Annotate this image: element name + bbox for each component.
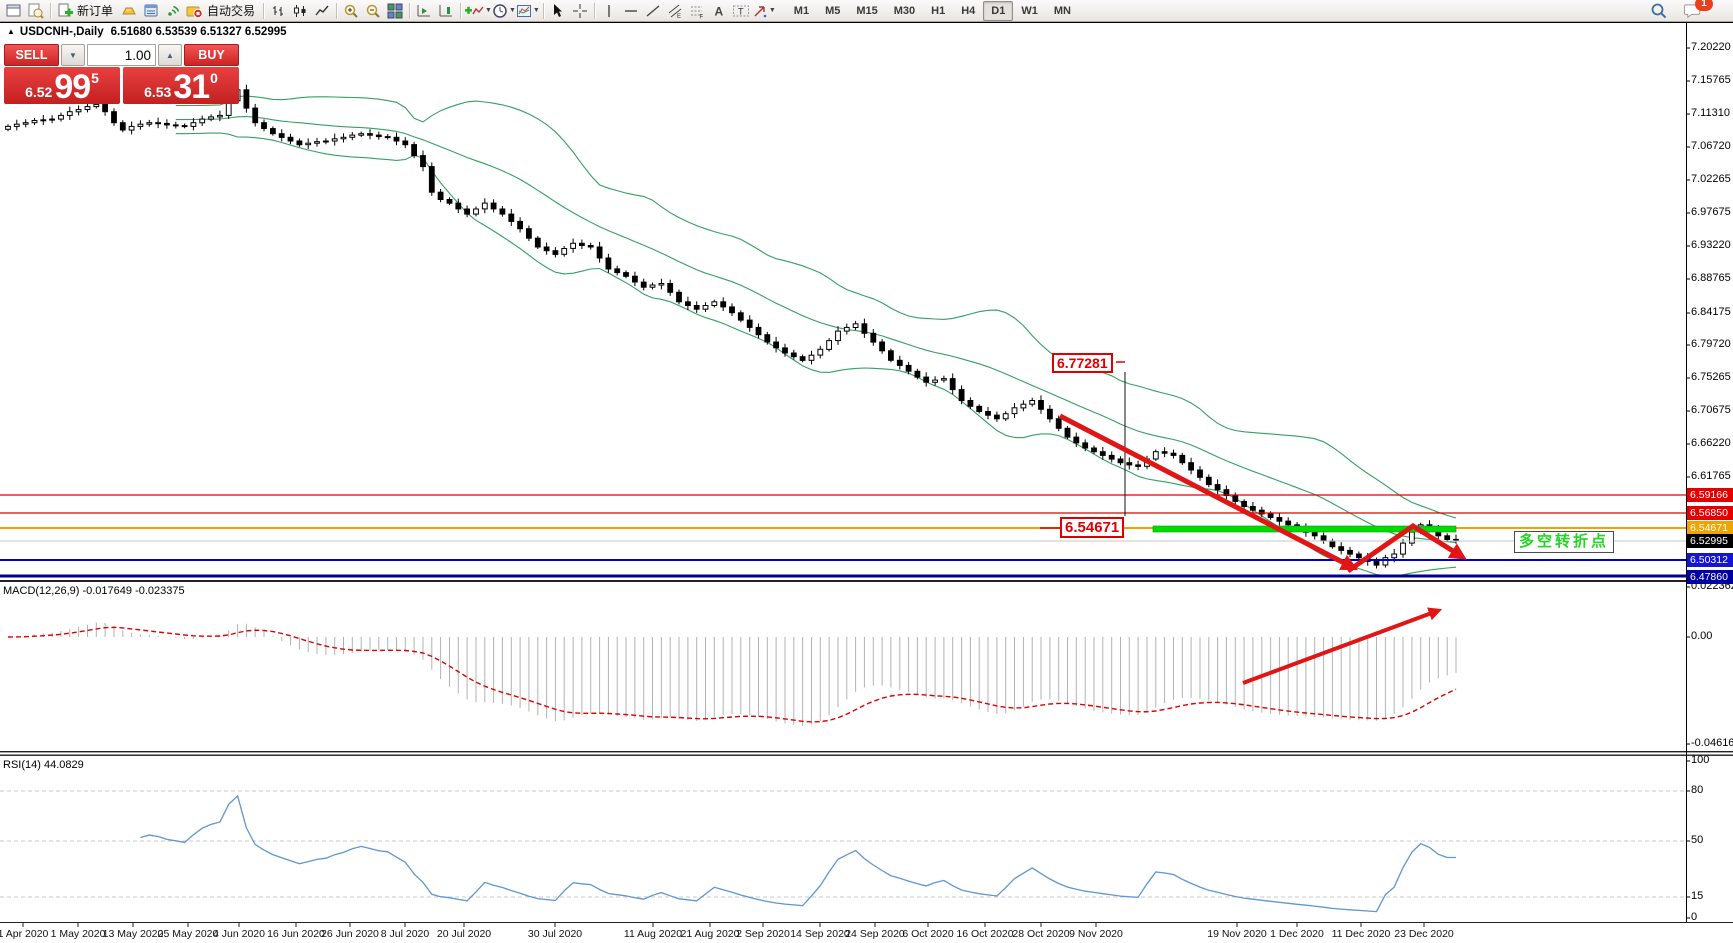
bar-chart-icon[interactable] [267, 1, 289, 21]
price-macd-separator [0, 580, 1733, 582]
periods-icon[interactable]: ▼ [492, 1, 516, 21]
candlestick-chart-icon[interactable] [289, 1, 311, 21]
symbol-period-label: USDCNH-,Daily [20, 26, 104, 38]
timeframe-button-d1[interactable]: D1 [983, 1, 1013, 21]
crosshair-icon[interactable] [569, 1, 591, 21]
vertical-line-icon[interactable] [598, 1, 620, 21]
rsi-line [140, 796, 1456, 912]
text-label-icon[interactable]: T [730, 1, 752, 21]
one-click-trading-panel: SELL ▼ ▲ BUY 6.52 99 5 6.53 31 0 [4, 44, 239, 104]
buy-price-box[interactable]: 6.53 31 0 [123, 67, 239, 104]
sell-price-pips: 99 [54, 73, 90, 102]
horizontal-line-icon[interactable] [620, 1, 642, 21]
sell-price-point: 5 [91, 70, 99, 86]
high-price-annotation[interactable]: 6.77281 [1052, 353, 1113, 373]
arrows-shapes-icon[interactable]: ▼ [752, 1, 776, 21]
search-icon[interactable] [1648, 1, 1670, 21]
bollinger-middle-band [176, 117, 1456, 543]
autotrading-label[interactable]: 自动交易 [207, 2, 255, 19]
macd-histogram [8, 623, 1456, 727]
zoom-in-icon[interactable] [340, 1, 362, 21]
volume-increase-button[interactable]: ▲ [158, 44, 182, 66]
macd-trend-arrow [1243, 611, 1437, 683]
buy-price-pips: 31 [173, 73, 209, 102]
toolbar-separator [50, 3, 51, 19]
sell-price-major: 6.52 [25, 83, 52, 102]
notifications-chat-icon[interactable]: 1 [1682, 1, 1704, 21]
equidistant-channel-icon[interactable]: E [664, 1, 686, 21]
trendline-icon[interactable] [642, 1, 664, 21]
svg-text:E: E [677, 14, 681, 19]
svg-text:F: F [699, 14, 703, 19]
ohlc-values: 6.51680 6.53539 6.51327 6.52995 [111, 26, 287, 38]
buy-price-major: 6.53 [144, 83, 171, 102]
svg-text:A: A [714, 4, 723, 18]
volume-input[interactable] [87, 44, 156, 66]
window-panel-icon[interactable] [3, 1, 25, 21]
auto-scroll-icon[interactable] [413, 1, 435, 21]
candles-layer [6, 85, 1459, 569]
indicators-icon[interactable]: ▼ [464, 1, 492, 21]
timeframe-button-w1[interactable]: W1 [1013, 1, 1046, 21]
toolbar-separator [336, 3, 337, 19]
macd-label: MACD(12,26,9) -0.017649 -0.023375 [3, 585, 185, 597]
templates-icon[interactable]: ▼ [516, 1, 540, 21]
bollinger-lower-band [176, 133, 1456, 576]
gold-alert-icon[interactable] [118, 1, 140, 21]
timeframe-button-m1[interactable]: M1 [786, 1, 817, 21]
timeframe-button-m5[interactable]: M5 [817, 1, 848, 21]
timeframe-button-h4[interactable]: H4 [953, 1, 983, 21]
tile-windows-icon[interactable] [384, 1, 406, 21]
market-depth-icon[interactable] [140, 1, 162, 21]
support-price-annotation[interactable]: 6.54671 [1060, 517, 1124, 538]
text-icon[interactable]: A [708, 1, 730, 21]
macd-rsi-separator-top [0, 751, 1733, 752]
macd-rsi-separator-bottom [0, 755, 1733, 756]
zoom-out-icon[interactable] [362, 1, 384, 21]
timeframe-button-m15[interactable]: M15 [848, 1, 885, 21]
toolbar-separator [263, 3, 264, 19]
toolbar-separator [409, 3, 410, 19]
timeframe-toolbar: M1M5M15M30H1H4D1W1MN [786, 1, 1079, 21]
volume-decrease-button[interactable]: ▼ [61, 44, 85, 66]
buy-price-point: 0 [210, 70, 218, 86]
bollinger-upper-band [176, 96, 1456, 518]
toolbar-separator [543, 3, 544, 19]
cursor-icon[interactable] [547, 1, 569, 21]
new-order-label[interactable]: 新订单 [77, 2, 113, 19]
chart-title: ▲ USDCNH-,Daily 6.51680 6.53539 6.51327 6.… [7, 26, 287, 38]
timeframe-button-m30[interactable]: M30 [886, 1, 923, 21]
chart-canvas [0, 0, 1733, 943]
toolbar-separator [594, 3, 595, 19]
sell-button[interactable]: SELL [4, 44, 59, 66]
profiles-icon[interactable] [25, 1, 47, 21]
buy-button[interactable]: BUY [184, 44, 239, 66]
fibonacci-icon[interactable]: F [686, 1, 708, 21]
svg-text:T: T [738, 6, 744, 16]
timeframe-button-h1[interactable]: H1 [923, 1, 953, 21]
timeframe-button-mn[interactable]: MN [1046, 1, 1079, 21]
chart-shift-icon[interactable] [435, 1, 457, 21]
notification-badge: 1 [1695, 0, 1713, 11]
main-toolbar: 新订单 自动交易 ▼ ▼ ▼ E F A T ▼ M1M5M15M30H1H4D… [0, 0, 1733, 22]
sell-price-box[interactable]: 6.52 99 5 [4, 67, 120, 104]
autotrading-icon[interactable] [184, 1, 206, 21]
turning-point-note[interactable]: 多空转折点 [1514, 531, 1614, 553]
collapse-icon[interactable]: ▲ [7, 27, 15, 36]
new-order-icon[interactable] [54, 1, 76, 21]
line-chart-icon[interactable] [311, 1, 333, 21]
rsi-label: RSI(14) 44.0829 [3, 759, 84, 771]
signals-icon[interactable] [162, 1, 184, 21]
toolbar-separator [460, 3, 461, 19]
